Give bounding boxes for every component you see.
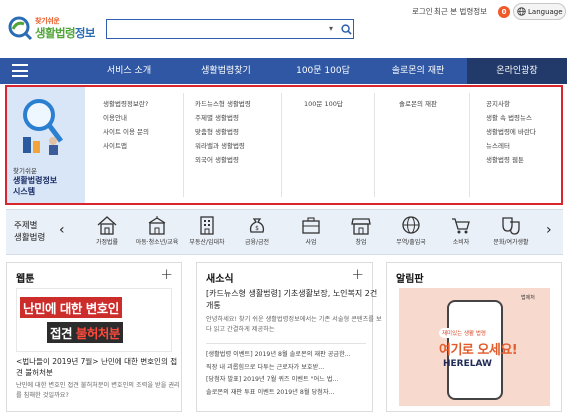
search-dropdown-icon[interactable]: ▾	[329, 24, 333, 33]
webtoon-card: 웹툰 + 난민에 대한 변호인 접견 불허처분 <법나들이 2019년 7월> …	[6, 262, 182, 412]
nav-find-laws[interactable]: 생활법령찾기	[180, 58, 272, 84]
magnifier-illustration-icon	[23, 99, 63, 155]
list-item[interactable]: [생활법령 이벤트] 2019년 8월 솔로몬의 재판 공금한...	[206, 349, 378, 362]
column-divider	[374, 93, 375, 197]
notice-board-title: 알림판	[396, 274, 424, 285]
divider	[206, 343, 366, 344]
language-label: Language	[528, 7, 563, 16]
menu-link[interactable]: 주제별 생활법령	[195, 111, 287, 125]
main-nav: 서비스 소개 생활법령찾기 100문 100답 솔로몬의 재판 온라인광장	[0, 58, 567, 84]
menu-column-online-plaza: 공지사항 생활 속 법령뉴스 생활법령에 바란다 뉴스레터 생활법령 웹툰	[486, 97, 567, 167]
magnifier-logo-icon	[8, 16, 33, 41]
menu-link[interactable]: 뉴스레터	[486, 139, 567, 153]
search-button[interactable]	[339, 21, 353, 37]
column-divider	[183, 93, 184, 197]
menu-link[interactable]: 워라밸과 생활법령	[195, 139, 287, 153]
banner-english: HERELAW	[443, 359, 492, 369]
recent-count-badge: 0	[498, 6, 510, 18]
globe-icon	[517, 7, 526, 16]
house-icon	[97, 216, 117, 235]
menu-link[interactable]: 생활 속 법령뉴스	[486, 111, 567, 125]
search-icon	[340, 23, 352, 35]
menu-column-find-laws: 카드뉴스형 생활법령 주제별 생활법령 맞춤형 생활법령 워라밸과 생활법령 외…	[195, 97, 287, 167]
menu-link[interactable]: 카드뉴스형 생활법령	[195, 97, 287, 111]
news-title: 새소식	[206, 274, 234, 285]
news-list: [생활법령 이벤트] 2019년 8월 솔로몬의 재판 공금한... 직장 내 …	[206, 349, 378, 399]
school-icon	[148, 216, 166, 235]
menu-link[interactable]: 사이트 이용 문의	[103, 125, 195, 139]
category-business[interactable]: 사업	[286, 215, 336, 253]
menu-link[interactable]: 솔로몬의 재판	[399, 97, 491, 111]
menu-column-100-qa: 100문 100답	[304, 97, 396, 111]
category-bar: 주제별 생활법령 ‹ 가정법률 아동·청소년/교육 부동산/임대차 $ 금융/금…	[6, 209, 563, 255]
search-input[interactable]	[107, 20, 307, 38]
menu-link[interactable]: 생활법령 웹툰	[486, 153, 567, 167]
chevron-right-icon[interactable]: ›	[546, 222, 552, 238]
chevron-left-icon[interactable]: ‹	[59, 222, 65, 238]
webtoon-headline[interactable]: <법나들이 2019년 7월> 난민에 대한 변호인의 접견 불허처분	[16, 356, 180, 378]
menu-link[interactable]: 이용안내	[103, 111, 195, 125]
notice-board-card: 알림판 법제처 재미있는 생활 법령 여기로 오세요! HERELAW	[386, 262, 562, 412]
category-startup[interactable]: 창업	[336, 215, 386, 253]
column-divider	[469, 93, 470, 197]
money-bag-icon: $	[249, 218, 265, 233]
nav-online-plaza[interactable]: 온라인광장	[467, 58, 567, 84]
search-box: ▾	[106, 19, 354, 39]
menu-link[interactable]: 외국어 생활법령	[195, 153, 287, 167]
menu-link[interactable]: 생활법령정보란?	[103, 97, 195, 111]
svg-text:$: $	[255, 225, 259, 232]
category-culture-leisure[interactable]: 문화/여가생활	[486, 215, 536, 253]
category-family-law[interactable]: 가정법률	[82, 215, 132, 253]
menu-link[interactable]: 생활법령에 바란다	[486, 125, 567, 139]
hamburger-menu-icon[interactable]	[12, 64, 28, 77]
notice-banner[interactable]: 법제처 재미있는 생활 법령 여기로 오세요! HERELAW	[399, 288, 550, 406]
logo-title: 생활법령정보	[35, 26, 95, 40]
news-description: 안녕하세요! 찾기 쉬운 생활법령정보에서는 기존 서술형 콘텐츠를 보다 읽고…	[206, 316, 382, 333]
news-more-button[interactable]: +	[351, 265, 364, 283]
category-youth-education[interactable]: 아동·청소년/교육	[132, 215, 182, 253]
nav-service-intro[interactable]: 서비스 소개	[88, 58, 170, 84]
webtoon-thumbnail[interactable]: 난민에 대한 변호인 접견 불허처분	[16, 288, 172, 352]
nav-100-qa[interactable]: 100문 100답	[280, 58, 366, 84]
promo-subtitle: 찾기쉬운	[13, 167, 37, 175]
menu-link[interactable]: 100문 100답	[304, 97, 396, 111]
login-link[interactable]: 로그인	[412, 6, 433, 18]
list-item[interactable]: [당첨자 발표] 2019년 7월 퀴즈 이벤트 "어느 법...	[206, 374, 378, 387]
mega-menu-panel: 찾기쉬운 생활법령정보 시스템 생활법령정보란? 이용안내 사이트 이용 문의 …	[5, 85, 563, 205]
site-logo[interactable]: 찾기쉬운 생활법령정보	[7, 13, 99, 43]
store-icon	[351, 218, 371, 235]
news-headline[interactable]: [카드뉴스형 생활법령] 기초생활보장, 노인복지 2건 개통	[206, 288, 384, 312]
webtoon-more-button[interactable]: +	[160, 265, 173, 283]
promo-title: 생활법령정보 시스템	[13, 176, 58, 196]
category-consumer[interactable]: 소비자	[436, 215, 486, 253]
menu-link[interactable]: 공지사항	[486, 97, 567, 111]
list-item[interactable]: 직장 내 괴롭힘으로 다투는 근로자가 보호받...	[206, 362, 378, 375]
language-button[interactable]: Language	[513, 3, 566, 20]
news-card: 새소식 + [카드뉴스형 생활법령] 기초생활보장, 노인복지 2건 개통 안녕…	[196, 262, 382, 412]
menu-link[interactable]: 맞춤형 생활법령	[195, 125, 287, 139]
menu-link[interactable]: 사이트맵	[103, 139, 195, 153]
recent-laws-link[interactable]: 최근 본 법령정보	[434, 6, 487, 18]
theater-icon	[502, 217, 520, 235]
moleg-seal: 법제처	[521, 295, 535, 301]
nav-solomon-trial[interactable]: 솔로몬의 재판	[372, 58, 464, 84]
webtoon-description: 난민에 대한 변호인 접견 불허처분이 변호인의 조력을 받을 권리를 침해한 …	[16, 382, 180, 399]
building-icon	[200, 216, 214, 235]
webtoon-title: 웹툰	[16, 274, 35, 285]
briefcase-icon	[302, 217, 320, 234]
banner-tag: 재미있는 생활 법령	[439, 328, 489, 338]
banner-headline: 여기로 오세요!	[439, 343, 518, 358]
menu-column-service: 생활법령정보란? 이용안내 사이트 이용 문의 사이트맵	[103, 97, 195, 153]
cart-icon	[452, 218, 470, 234]
category-real-estate[interactable]: 부동산/임대차	[182, 215, 232, 253]
column-divider	[281, 93, 282, 197]
globe-icon	[402, 216, 420, 234]
category-bar-label: 주제별 생활법령	[14, 221, 46, 243]
list-item[interactable]: 솔로몬의 재판 투표 이벤트 2019년 8월 당첨자...	[206, 387, 378, 400]
promo-panel: 찾기쉬운 생활법령정보 시스템	[7, 87, 85, 203]
category-trade-immigration[interactable]: 무역/출입국	[386, 215, 436, 253]
menu-column-solomon: 솔로몬의 재판	[399, 97, 491, 111]
category-finance[interactable]: $ 금융/금전	[232, 215, 282, 253]
